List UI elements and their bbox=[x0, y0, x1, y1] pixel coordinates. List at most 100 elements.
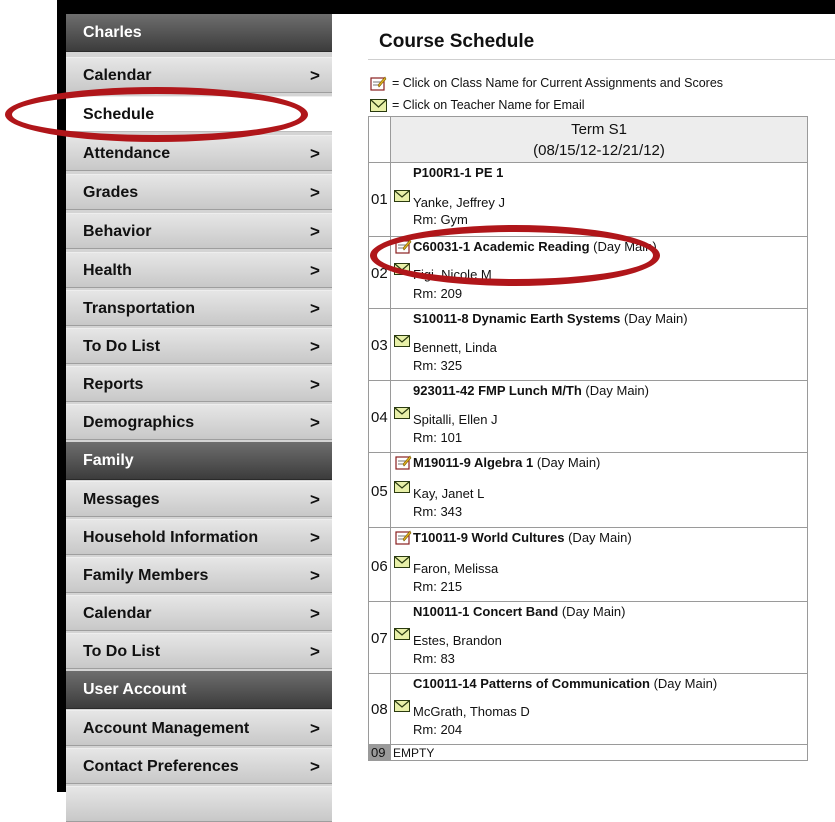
assignment-icon[interactable] bbox=[395, 455, 412, 470]
period-number: 06 bbox=[371, 558, 388, 575]
period-number: 01 bbox=[371, 191, 388, 208]
period-number: 09 bbox=[371, 745, 386, 760]
period-number: 08 bbox=[371, 701, 388, 718]
class-name-link[interactable]: P100R1-1 PE 1 bbox=[413, 165, 503, 180]
title-divider bbox=[368, 59, 835, 60]
room-number: Rm: 204 bbox=[413, 722, 463, 737]
legend-assignments-text: = Click on Class Name for Current Assign… bbox=[392, 76, 724, 90]
sidebar-item-transportation[interactable]: Transportation > bbox=[66, 290, 332, 326]
period-row: 04 923011-42 FMP Lunch M/Th (Day Main) S… bbox=[369, 380, 807, 452]
sidebar-item-label: Transportation bbox=[83, 300, 196, 317]
sidebar-item-label: Account Management bbox=[83, 720, 250, 737]
class-name-link[interactable]: 923011-42 FMP Lunch M/Th (Day Main) bbox=[413, 383, 649, 398]
sidebar-item-family-to-do-list[interactable]: To Do List > bbox=[66, 633, 332, 669]
chevron-right-icon: > bbox=[310, 144, 320, 163]
chevron-right-icon: > bbox=[310, 222, 320, 241]
chevron-right-icon: > bbox=[310, 528, 320, 547]
envelope-icon[interactable] bbox=[394, 335, 410, 347]
sidebar-item-demographics[interactable]: Demographics > bbox=[66, 404, 332, 440]
teacher-name-link[interactable]: Kay, Janet L bbox=[413, 486, 484, 501]
chevron-right-icon: > bbox=[310, 413, 320, 432]
chevron-right-icon: > bbox=[310, 261, 320, 280]
page-title: Course Schedule bbox=[379, 31, 535, 52]
period-number: 04 bbox=[371, 409, 388, 426]
period-number: 07 bbox=[371, 630, 388, 647]
teacher-name-link[interactable]: Bennett, Linda bbox=[413, 340, 497, 355]
term-name: Term S1 bbox=[571, 121, 627, 138]
period-row: 07 N10011-1 Concert Band (Day Main) Este… bbox=[369, 601, 807, 673]
room-number: Rm: 209 bbox=[413, 286, 463, 301]
sidebar-item-messages[interactable]: Messages > bbox=[66, 481, 332, 517]
sidebar-item-behavior[interactable]: Behavior > bbox=[66, 213, 332, 249]
sidebar-item-label: Messages bbox=[83, 491, 160, 508]
period-row: 06 T10011-9 World Cultures (Day Main) Fa… bbox=[369, 527, 807, 601]
room-number: Rm: 101 bbox=[413, 430, 463, 445]
teacher-name-link[interactable]: Yanke, Jeffrey J bbox=[413, 195, 505, 210]
class-name-link[interactable]: N10011-1 Concert Band (Day Main) bbox=[413, 604, 625, 619]
sidebar-item-contact-preferences[interactable]: Contact Preferences > bbox=[66, 748, 332, 784]
sidebar-item-health[interactable]: Health > bbox=[66, 252, 332, 288]
teacher-name-link[interactable]: McGrath, Thomas D bbox=[413, 704, 530, 719]
sidebar-item-label: Family Members bbox=[83, 567, 209, 584]
envelope-icon[interactable] bbox=[394, 407, 410, 419]
room-number: Rm: 325 bbox=[413, 358, 463, 373]
sidebar-header-label: User Account bbox=[83, 681, 187, 698]
envelope-icon[interactable] bbox=[394, 556, 410, 568]
sidebar-item-reports[interactable]: Reports > bbox=[66, 366, 332, 402]
sidebar-item-label: Demographics bbox=[83, 414, 195, 431]
chevron-right-icon: > bbox=[310, 757, 320, 776]
period-number: 05 bbox=[371, 483, 388, 500]
sidebar-item-label: Contact Preferences bbox=[83, 758, 239, 775]
sidebar-item-household-information[interactable]: Household Information > bbox=[66, 519, 332, 555]
envelope-icon[interactable] bbox=[394, 700, 410, 712]
chevron-right-icon: > bbox=[310, 375, 320, 394]
highlight-ellipse-academic-reading bbox=[370, 225, 660, 286]
chevron-right-icon: > bbox=[310, 604, 320, 623]
sidebar-item-family-members[interactable]: Family Members > bbox=[66, 557, 332, 593]
sidebar-item-family-calendar[interactable]: Calendar > bbox=[66, 595, 332, 631]
envelope-icon[interactable] bbox=[394, 190, 410, 202]
sidebar-item-account-management[interactable]: Account Management > bbox=[66, 710, 332, 746]
chevron-right-icon: > bbox=[310, 183, 320, 202]
period-row-empty: 09 EMPTY bbox=[369, 744, 807, 761]
sidebar-header-label: Family bbox=[83, 452, 134, 469]
sidebar-item-to-do-list[interactable]: To Do List > bbox=[66, 328, 332, 364]
class-name-link[interactable]: C10011-14 Patterns of Communication (Day… bbox=[413, 676, 717, 691]
teacher-name-link[interactable]: Spitalli, Ellen J bbox=[413, 412, 498, 427]
class-name-link[interactable]: T10011-9 World Cultures (Day Main) bbox=[413, 530, 632, 545]
room-number: Rm: 215 bbox=[413, 579, 463, 594]
sidebar-item-label: To Do List bbox=[83, 338, 161, 355]
assignment-icon[interactable] bbox=[395, 530, 412, 545]
chevron-right-icon: > bbox=[310, 299, 320, 318]
term-header: Term S1 (08/15/12-12/21/12) bbox=[391, 117, 807, 162]
period-row: 05 M19011-9 Algebra 1 (Day Main) Kay, Ja… bbox=[369, 452, 807, 527]
sidebar-item-label: Calendar bbox=[83, 67, 152, 84]
sidebar-item-grades[interactable]: Grades > bbox=[66, 174, 332, 210]
empty-period-label: EMPTY bbox=[393, 746, 435, 760]
envelope-icon[interactable] bbox=[394, 628, 410, 640]
sidebar-item-label: Household Information bbox=[83, 529, 259, 546]
sidebar-header-family: Family bbox=[66, 442, 332, 480]
period-row: 08 C10011-14 Patterns of Communication (… bbox=[369, 673, 807, 744]
class-name-link[interactable]: M19011-9 Algebra 1 (Day Main) bbox=[413, 455, 600, 470]
assignment-icon bbox=[370, 76, 387, 91]
teacher-name-link[interactable]: Faron, Melissa bbox=[413, 561, 498, 576]
chevron-right-icon: > bbox=[310, 337, 320, 356]
sidebar-header-student: Charles bbox=[66, 14, 332, 52]
period-row: 03 S10011-8 Dynamic Earth Systems (Day M… bbox=[369, 308, 807, 380]
sidebar-item-partial bbox=[66, 786, 332, 822]
sidebar-item-label: Health bbox=[83, 262, 132, 279]
student-name: Charles bbox=[83, 24, 142, 41]
envelope-icon[interactable] bbox=[394, 481, 410, 493]
window-frame-top bbox=[57, 0, 835, 14]
sidebar-item-label: Reports bbox=[83, 376, 144, 393]
chevron-right-icon: > bbox=[310, 66, 320, 85]
class-name-link[interactable]: S10011-8 Dynamic Earth Systems (Day Main… bbox=[413, 311, 688, 326]
sidebar-header-user-account: User Account bbox=[66, 671, 332, 709]
legend-email-text: = Click on Teacher Name for Email bbox=[392, 98, 585, 112]
highlight-ellipse-schedule bbox=[5, 87, 308, 142]
envelope-icon bbox=[370, 99, 387, 112]
teacher-name-link[interactable]: Estes, Brandon bbox=[413, 633, 502, 648]
sidebar-item-label: Calendar bbox=[83, 605, 152, 622]
chevron-right-icon: > bbox=[310, 719, 320, 738]
